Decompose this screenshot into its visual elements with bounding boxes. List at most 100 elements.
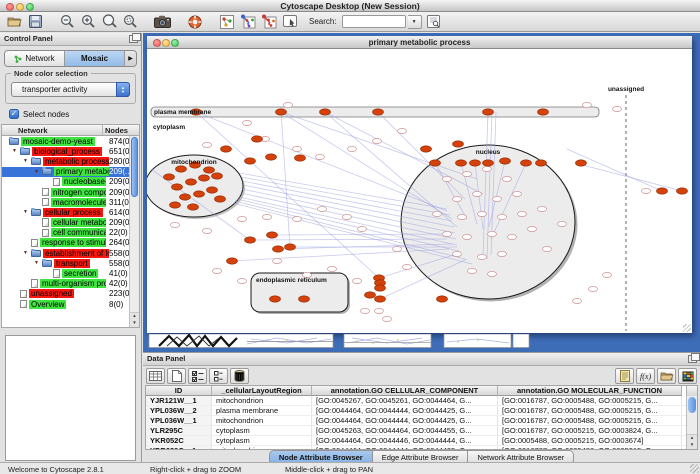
expander-icon[interactable]: ▼ <box>12 148 17 154</box>
help-icon[interactable] <box>185 13 204 30</box>
select-nodes-checkbox[interactable]: ✓ <box>9 109 19 119</box>
network-canvas[interactable]: plasma membranecytoplasmmitochondrionnuc… <box>147 49 692 333</box>
tree-row[interactable]: ▼transport558(0) <box>2 258 139 268</box>
selected-gene-node[interactable] <box>215 196 226 202</box>
gene-node[interactable] <box>353 278 362 283</box>
selected-gene-node[interactable] <box>266 154 277 160</box>
gene-node[interactable] <box>498 214 507 219</box>
delete-attribute-icon[interactable] <box>230 368 249 384</box>
save-session-icon[interactable] <box>26 13 45 30</box>
selected-gene-node[interactable] <box>421 146 432 152</box>
gene-node[interactable] <box>498 251 507 256</box>
selected-gene-node[interactable] <box>172 184 183 190</box>
attribute-batch-icon[interactable] <box>615 368 634 384</box>
selected-gene-node[interactable] <box>483 160 494 166</box>
attribute-table-icon[interactable] <box>146 368 165 384</box>
tree-scrollbar[interactable]: ▲▼ <box>129 136 139 327</box>
attribute-matrix-icon[interactable] <box>678 368 697 384</box>
gene-node[interactable] <box>293 216 302 221</box>
gene-node[interactable] <box>453 196 462 201</box>
tree-row[interactable]: nucleobase-cont209(0) <box>2 177 139 187</box>
tree-row[interactable]: cellular metabol209(0) <box>2 218 139 228</box>
tree-row[interactable]: macromolecule311(0) <box>2 197 139 207</box>
selected-gene-node[interactable] <box>164 174 175 180</box>
gene-node[interactable] <box>238 278 247 283</box>
annotation-select-icon[interactable] <box>280 13 299 30</box>
node-color-dropdown[interactable]: transporter activity ▲▼ <box>11 82 130 97</box>
selected-gene-node[interactable] <box>245 158 256 164</box>
table-row[interactable]: YPL036W__2plasma membrane[GO:0044464, GO… <box>146 406 697 416</box>
zoom-selected-icon[interactable] <box>121 13 140 30</box>
zoom-fit-icon[interactable] <box>100 13 119 30</box>
gene-node[interactable] <box>273 258 282 263</box>
selected-gene-node[interactable] <box>299 296 310 302</box>
gene-node[interactable] <box>203 142 212 147</box>
gene-node[interactable] <box>488 271 497 276</box>
gene-node[interactable] <box>443 176 452 181</box>
gene-node[interactable] <box>642 188 651 193</box>
gene-node[interactable] <box>543 246 552 251</box>
tree-row[interactable]: mosaic-demo-yeast874(0) <box>2 136 139 146</box>
table-column-header[interactable]: _cellularLayoutRegion <box>212 386 312 396</box>
gene-node[interactable] <box>613 106 622 111</box>
expander-icon[interactable]: ▼ <box>23 158 28 164</box>
selected-gene-node[interactable] <box>456 160 467 166</box>
gene-node[interactable] <box>284 102 293 107</box>
table-column-header[interactable]: annotation.GO CELLULAR_COMPONENT <box>312 386 498 396</box>
search-input[interactable] <box>342 15 406 28</box>
selected-gene-node[interactable] <box>470 160 481 166</box>
gene-node[interactable] <box>538 206 547 211</box>
gene-node[interactable] <box>243 120 252 125</box>
selected-gene-node[interactable] <box>221 146 232 152</box>
selected-gene-node[interactable] <box>170 202 181 208</box>
tree-row[interactable]: ▼establishment of lo558(0) <box>2 248 139 258</box>
table-column-header[interactable]: annotation.GO MOLECULAR_FUNCTION <box>498 386 682 396</box>
expander-icon[interactable]: ▼ <box>23 250 28 256</box>
zoom-out-icon[interactable] <box>58 13 77 30</box>
gene-node[interactable] <box>573 298 582 303</box>
selected-gene-node[interactable] <box>677 188 688 194</box>
selected-gene-node[interactable] <box>576 160 587 166</box>
selected-gene-node[interactable] <box>204 167 215 173</box>
canvas-resize-grip[interactable] <box>683 324 691 332</box>
selected-gene-node[interactable] <box>227 258 238 264</box>
gene-node[interactable] <box>458 214 467 219</box>
selected-gene-node[interactable] <box>252 136 263 142</box>
tree-row[interactable]: ▼primary metabolic209(... <box>2 167 139 177</box>
selected-gene-node[interactable] <box>375 285 386 291</box>
gene-node[interactable] <box>318 206 327 211</box>
gene-node[interactable] <box>503 176 512 181</box>
gene-node[interactable] <box>398 128 407 133</box>
gene-node[interactable] <box>508 234 517 239</box>
tree-row[interactable]: ▼biological_process651(0) <box>2 146 139 156</box>
select-attributes-icon[interactable] <box>188 368 207 384</box>
tree-row[interactable]: cell communicati22(0) <box>2 228 139 238</box>
selected-gene-node[interactable] <box>500 158 511 164</box>
selected-gene-node[interactable] <box>295 155 306 161</box>
birdseye-view[interactable] <box>5 335 136 461</box>
open-session-icon[interactable] <box>5 13 24 30</box>
gene-node[interactable] <box>238 216 247 221</box>
tree-column-network[interactable]: Network <box>2 125 103 135</box>
gene-node[interactable] <box>488 231 497 236</box>
network-view-window[interactable]: primary metabolic process plasma membran… <box>147 36 692 333</box>
gene-node[interactable] <box>478 211 487 216</box>
gene-node[interactable] <box>513 191 522 196</box>
gene-node[interactable] <box>348 146 357 151</box>
gene-node[interactable] <box>293 146 302 151</box>
selected-gene-node[interactable] <box>188 204 199 210</box>
selected-gene-node[interactable] <box>276 109 287 115</box>
gene-node[interactable] <box>316 154 325 159</box>
gene-node[interactable] <box>343 214 352 219</box>
gene-node[interactable] <box>463 234 472 239</box>
tree-row[interactable]: response to stimulu264(0) <box>2 238 139 248</box>
gene-node[interactable] <box>493 196 502 201</box>
attribute-list-icon[interactable] <box>209 368 228 384</box>
background-windows[interactable] <box>147 334 692 350</box>
gene-node[interactable] <box>463 171 472 176</box>
selected-gene-node[interactable] <box>186 179 197 185</box>
gene-node[interactable] <box>558 221 567 226</box>
tree-row[interactable]: multi-organism pro42(0) <box>2 279 139 289</box>
selected-gene-node[interactable] <box>245 237 256 243</box>
layout-settings-icon[interactable] <box>259 13 278 30</box>
